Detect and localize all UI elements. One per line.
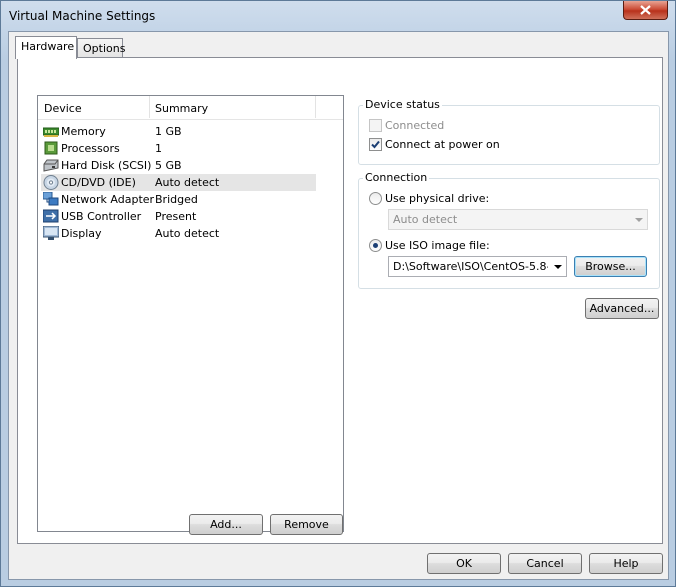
tab-options-label: Options [83, 42, 126, 55]
iso-path-combo[interactable]: D:\Software\ISO\CentOS-5.8-x [388, 256, 567, 277]
physical-drive-value: Auto detect [393, 213, 458, 226]
device-summary: 1 [155, 142, 162, 155]
ok-button[interactable]: OK [427, 553, 501, 574]
memory-icon [43, 127, 59, 137]
hardware-panel: Device Summary Memory 1 GB Processors 1 … [17, 57, 663, 544]
device-summary: Auto detect [155, 176, 220, 189]
list-item-hard-disk[interactable]: Hard Disk (SCSI) 5 GB [41, 157, 316, 174]
advanced-button-label: Advanced... [589, 302, 655, 315]
title-bar[interactable]: Virtual Machine Settings [1, 1, 675, 31]
ok-button-label: OK [456, 557, 472, 570]
hard-disk-icon [43, 159, 59, 172]
device-name: Memory [61, 125, 106, 138]
device-name: Display [61, 227, 102, 240]
device-status-title: Device status [363, 98, 442, 111]
processor-icon [44, 141, 58, 155]
settings-window: Virtual Machine Settings Hardware Option… [0, 0, 676, 587]
close-button[interactable] [623, 1, 668, 20]
iso-image-label: Use ISO image file: [385, 239, 490, 252]
cd-dvd-icon [43, 175, 59, 190]
tab-hardware-label: Hardware [21, 40, 75, 53]
list-header: Device Summary [38, 96, 343, 120]
advanced-button[interactable]: Advanced... [585, 298, 659, 319]
column-separator [149, 96, 150, 118]
list-item-display[interactable]: Display Auto detect [41, 225, 316, 242]
physical-drive-label: Use physical drive: [385, 192, 490, 205]
device-name: Processors [61, 142, 120, 155]
chevron-down-icon [554, 265, 562, 269]
network-adapter-icon [43, 192, 59, 206]
browse-button[interactable]: Browse... [574, 256, 647, 277]
iso-path-value: D:\Software\ISO\CentOS-5.8-x [393, 260, 548, 273]
device-summary: 5 GB [155, 159, 182, 172]
device-name: USB Controller [61, 210, 142, 223]
list-item-usb-controller[interactable]: USB Controller Present [41, 208, 316, 225]
list-item-network-adapter[interactable]: Network Adapter Bridged [41, 191, 316, 208]
connection-title: Connection [363, 171, 430, 184]
display-icon [43, 226, 59, 240]
connected-checkbox[interactable] [369, 119, 382, 132]
remove-button-label: Remove [284, 518, 329, 531]
device-summary: Bridged [155, 193, 198, 206]
cancel-button-label: Cancel [526, 557, 564, 570]
browse-button-label: Browse... [585, 260, 636, 273]
device-list[interactable]: Device Summary Memory 1 GB Processors 1 … [37, 95, 344, 532]
column-device[interactable]: Device [44, 102, 82, 115]
device-name: CD/DVD (IDE) [61, 176, 136, 189]
physical-drive-radio[interactable] [369, 192, 382, 205]
checkmark-icon [371, 140, 380, 149]
help-button-label: Help [613, 557, 639, 570]
chevron-down-icon [635, 218, 643, 222]
help-button[interactable]: Help [589, 553, 663, 574]
list-item-memory[interactable]: Memory 1 GB [41, 123, 316, 140]
device-status-group [358, 105, 660, 165]
tab-hardware[interactable]: Hardware [15, 36, 77, 59]
device-summary: Present [155, 210, 197, 223]
device-name: Network Adapter [61, 193, 155, 206]
window-title: Virtual Machine Settings [9, 9, 156, 23]
column-separator [315, 96, 316, 118]
remove-button[interactable]: Remove [270, 514, 343, 535]
list-item-processors[interactable]: Processors 1 [41, 140, 316, 157]
connected-label: Connected [385, 119, 445, 132]
radio-dot [373, 243, 378, 248]
list-item-cd-dvd[interactable]: CD/DVD (IDE) Auto detect [41, 174, 316, 191]
connect-power-on-label: Connect at power on [385, 138, 500, 151]
cancel-button[interactable]: Cancel [508, 553, 582, 574]
close-icon [640, 5, 651, 15]
tab-options[interactable]: Options [77, 38, 126, 59]
add-button-label: Add... [210, 518, 242, 531]
device-name: Hard Disk (SCSI) [61, 159, 152, 172]
connect-power-on-checkbox[interactable] [369, 138, 382, 151]
iso-image-radio[interactable] [369, 239, 382, 252]
column-summary[interactable]: Summary [155, 102, 208, 115]
dialog-body: Hardware Options Device Summary Memory 1… [8, 31, 669, 580]
add-button[interactable]: Add... [189, 514, 263, 535]
device-summary: Auto detect [155, 227, 220, 240]
physical-drive-select[interactable]: Auto detect [388, 209, 648, 230]
usb-controller-icon [43, 209, 59, 223]
device-summary: 1 GB [155, 125, 182, 138]
